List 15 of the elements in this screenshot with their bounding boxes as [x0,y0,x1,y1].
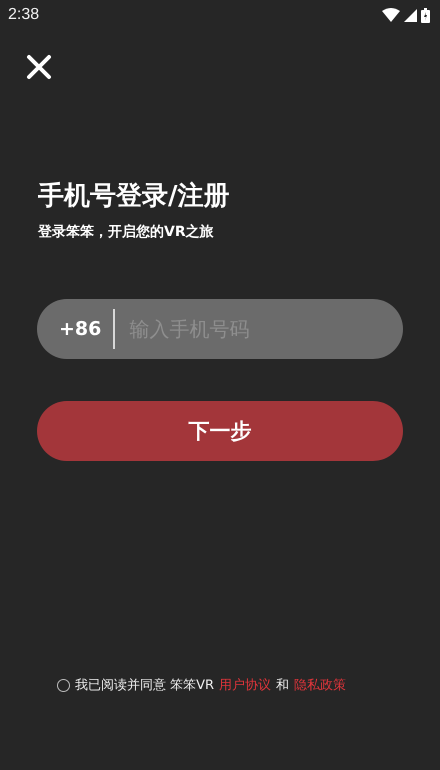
terms-link[interactable]: 用户协议 [219,676,272,694]
agree-checkbox[interactable] [57,678,70,692]
agreement-text: 我已阅读并同意 笨笨VR [75,677,214,694]
privacy-link[interactable]: 隐私政策 [294,676,346,694]
wifi-icon [382,8,400,22]
close-icon [26,54,52,80]
next-button[interactable]: 下一步 [37,401,403,461]
page-subtitle: 登录笨笨，开启您的VR之旅 [38,223,214,241]
page-title: 手机号登录/注册 [38,180,230,213]
close-button[interactable] [24,52,54,82]
signal-icon [404,8,417,22]
battery-icon [421,8,430,22]
conjunction-text: 和 [276,677,290,694]
status-time: 2:38 [8,6,40,24]
country-code[interactable]: +86 [59,318,102,340]
